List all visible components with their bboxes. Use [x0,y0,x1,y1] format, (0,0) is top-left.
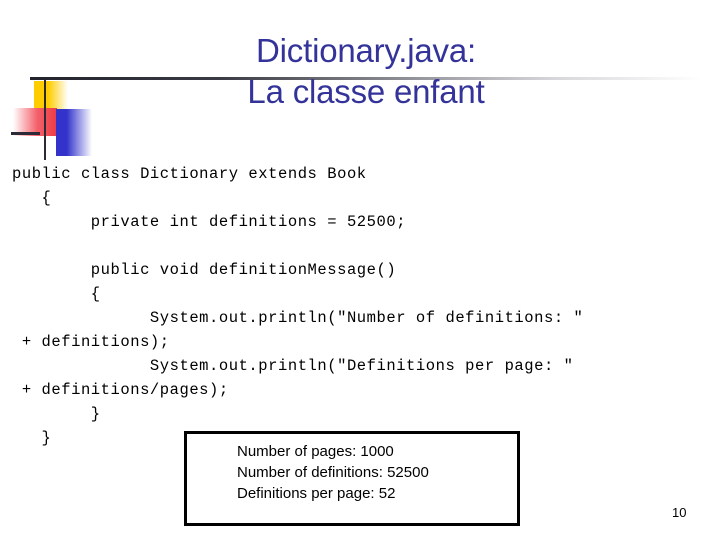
page-title-line-2: La classe enfant [247,73,485,110]
decoration-horizontal-line-stub [11,132,40,135]
code-line: private int definitions = 52500; [12,213,407,231]
code-line: + definitions); [12,333,170,351]
code-line: public void definitionMessage() [12,261,397,279]
code-line: System.out.println("Definitions per page… [12,357,574,375]
output-line-definitions-per-page: Definitions per page: 52 [237,485,396,502]
code-line: { [12,189,52,207]
program-output-lines: Number of pages: 1000 Number of definiti… [237,441,527,504]
code-line: + definitions/pages); [12,381,229,399]
code-listing: public class Dictionary extends Book { p… [12,162,712,450]
page-title: Dictionary.java: La classe enfant [56,30,676,112]
output-line-definitions: Number of definitions: 52500 [237,464,429,481]
decoration-vertical-line [44,78,46,160]
code-line: public class Dictionary extends Book [12,165,367,183]
code-line: { [12,285,101,303]
code-line: System.out.println("Number of definition… [12,309,584,327]
code-line: } [12,405,101,423]
program-output-box: Number of pages: 1000 Number of definiti… [184,431,520,526]
page-number: 10 [672,505,687,520]
slide-canvas: Dictionary.java: La classe enfant public… [0,0,720,540]
output-line-pages: Number of pages: 1000 [237,443,394,460]
decoration-blue-square [56,109,92,156]
page-title-line-1: Dictionary.java: [256,32,476,69]
